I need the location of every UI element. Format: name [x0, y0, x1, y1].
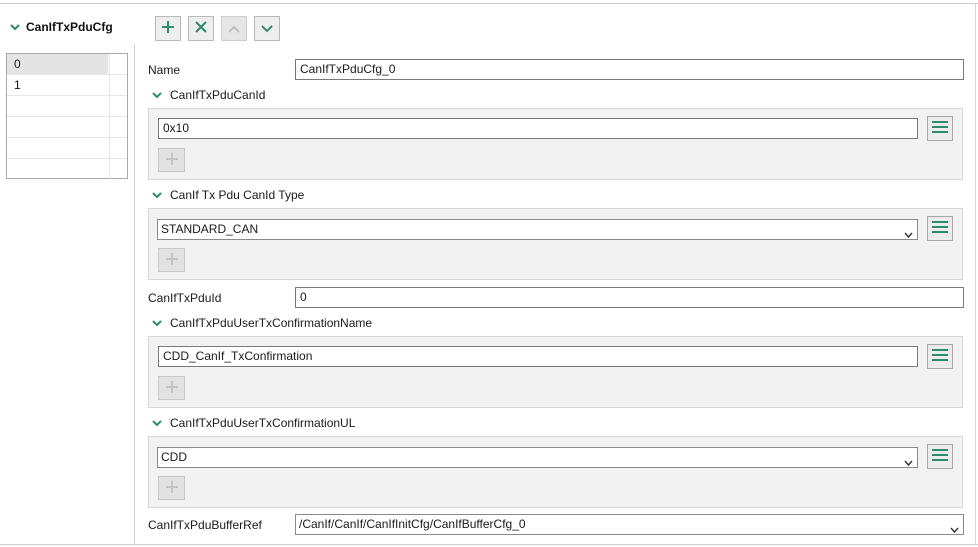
tx-confirmation-name-group: CDD_CanIf_TxConfirmation	[148, 336, 963, 408]
list-item	[7, 117, 127, 138]
plus-icon	[161, 20, 175, 37]
chevron-down-icon[interactable]	[8, 20, 22, 34]
list-icon	[932, 221, 948, 236]
add-value-button[interactable]	[158, 376, 185, 400]
right-border	[975, 3, 976, 545]
chevron-down-icon	[261, 22, 273, 36]
list-button[interactable]	[927, 116, 953, 141]
list-icon	[932, 121, 948, 136]
plus-icon	[165, 152, 179, 169]
list-button[interactable]	[927, 444, 953, 469]
buffer-ref-label: CanIfTxPduBufferRef	[148, 518, 262, 532]
chevron-down-icon[interactable]	[150, 316, 164, 330]
can-id-type-group: STANDARD_CAN	[148, 208, 963, 280]
dropdown-arrow-icon	[904, 454, 913, 467]
tx-confirmation-ul-section-header[interactable]: CanIfTxPduUserTxConfirmationUL	[150, 416, 355, 430]
can-id-group: 0x10	[148, 108, 963, 180]
can-id-field[interactable]: 0x10	[158, 118, 918, 139]
chevron-down-icon[interactable]	[150, 188, 164, 202]
list-icon	[932, 349, 948, 364]
bottom-border	[0, 544, 978, 545]
dropdown-arrow-icon	[904, 226, 913, 239]
move-down-button[interactable]	[254, 16, 280, 41]
dropdown-arrow-icon	[950, 521, 959, 534]
can-id-type-select[interactable]: STANDARD_CAN	[157, 219, 918, 240]
list-item-label: 1	[14, 78, 21, 92]
section-title: CanIfTxPduUserTxConfirmationUL	[170, 416, 356, 430]
chevron-down-icon[interactable]	[150, 416, 164, 430]
list-item	[7, 96, 127, 117]
list-item	[7, 138, 127, 159]
chevron-up-icon	[228, 22, 240, 36]
section-title: CanIf Tx Pdu CanId Type	[170, 188, 305, 202]
section-title: CanIfTxPduUserTxConfirmationName	[170, 316, 373, 330]
can-id-section-header[interactable]: CanIfTxPduCanId	[150, 88, 265, 102]
instance-list: 0 1	[6, 53, 128, 179]
section-title: CanIfTxPduCanId	[170, 88, 266, 102]
tx-confirmation-name-field[interactable]: CDD_CanIf_TxConfirmation	[158, 346, 918, 367]
plus-icon	[165, 480, 179, 497]
tx-confirmation-ul-select[interactable]: CDD	[157, 447, 918, 468]
instance-toolbar	[155, 16, 280, 41]
list-item	[7, 159, 127, 180]
panel-divider	[134, 44, 135, 544]
tx-confirmation-name-section-header[interactable]: CanIfTxPduUserTxConfirmationName	[150, 316, 372, 330]
chevron-down-icon[interactable]	[150, 88, 164, 102]
pdu-id-label: CanIfTxPduId	[148, 291, 222, 305]
move-up-button[interactable]	[221, 16, 247, 41]
name-label: Name	[148, 63, 181, 77]
plus-icon	[165, 252, 179, 269]
name-field[interactable]: CanIfTxPduCfg_0	[295, 59, 964, 80]
add-value-button[interactable]	[158, 248, 185, 272]
can-id-type-section-header[interactable]: CanIf Tx Pdu CanId Type	[150, 188, 304, 202]
close-icon	[195, 21, 207, 36]
add-value-button[interactable]	[158, 148, 185, 172]
list-button[interactable]	[927, 344, 953, 369]
pdu-id-field[interactable]: 0	[295, 287, 964, 308]
container-title: CanIfTxPduCfg	[26, 20, 113, 34]
plus-icon	[165, 380, 179, 397]
delete-instance-button[interactable]	[188, 16, 214, 41]
list-item-label: 0	[7, 54, 108, 74]
list-item[interactable]: 1	[7, 75, 127, 96]
add-value-button[interactable]	[158, 476, 185, 500]
list-item[interactable]: 0	[7, 54, 127, 75]
buffer-ref-select[interactable]: /CanIf/CanIf/CanIfInitCfg/CanIfBufferCfg…	[295, 514, 964, 535]
list-button[interactable]	[927, 216, 953, 241]
add-instance-button[interactable]	[155, 16, 181, 41]
list-icon	[932, 449, 948, 464]
tx-confirmation-ul-group: CDD	[148, 436, 963, 508]
container-header[interactable]: CanIfTxPduCfg	[8, 20, 113, 34]
top-border	[0, 3, 978, 4]
